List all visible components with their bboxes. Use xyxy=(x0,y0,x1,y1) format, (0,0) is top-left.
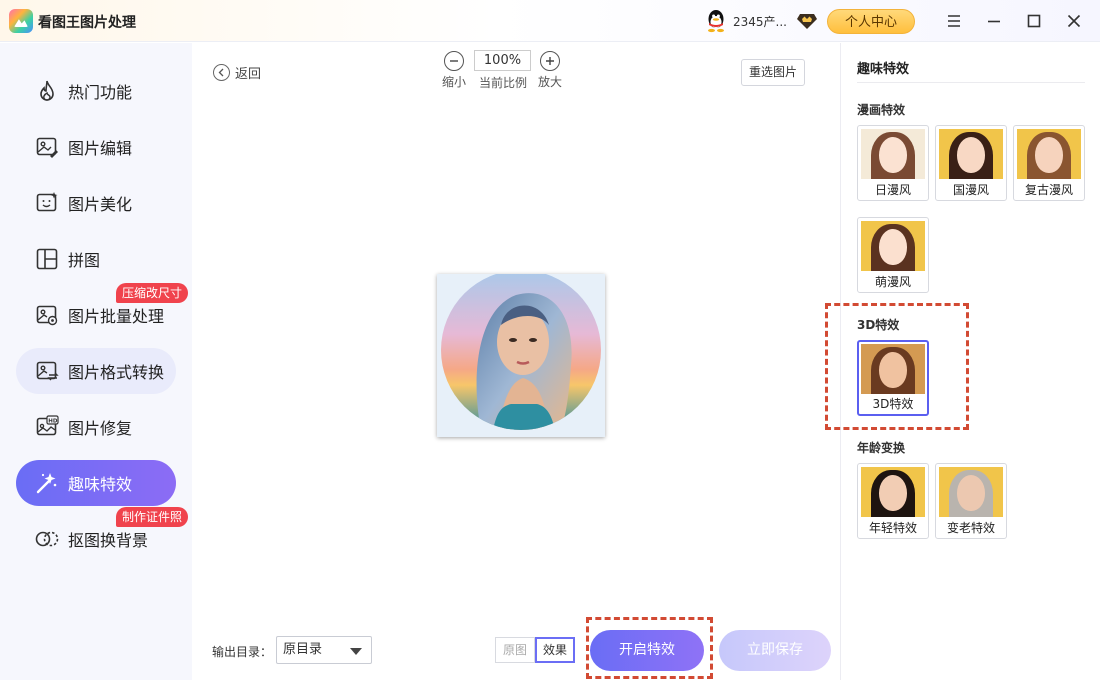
effect-card-japanese-comic[interactable]: 日漫风 xyxy=(857,125,929,201)
effect-thumbnail xyxy=(939,129,1003,179)
output-dir-select[interactable]: 原目录 xyxy=(276,636,372,664)
svg-text:HD: HD xyxy=(48,418,58,424)
effect-card-retro-comic[interactable]: 复古漫风 xyxy=(1013,125,1085,201)
sidebar-item-format-convert[interactable]: 图片格式转换 xyxy=(16,348,176,394)
sidebar-item-image-edit[interactable]: 图片编辑 xyxy=(16,124,176,170)
effects-panel: 趣味特效 漫画特效 日漫风 国漫风 复古漫风 萌漫风 3D特效 3D特效 年龄变… xyxy=(840,43,1100,680)
format-convert-icon xyxy=(36,361,59,381)
batch-image-icon xyxy=(36,305,58,326)
zoom-out-label: 缩小 xyxy=(441,75,466,89)
sidebar-item-label: 趣味特效 xyxy=(68,475,133,494)
sidebar-item-image-repair[interactable]: HD 图片修复 xyxy=(16,404,176,450)
view-effect-toggle[interactable]: 效果 xyxy=(535,637,575,663)
back-button[interactable]: 返回 xyxy=(213,63,261,82)
effect-card-label: 国漫风 xyxy=(952,183,989,197)
zoom-in-label: 放大 xyxy=(537,75,562,89)
vip-crown-icon[interactable] xyxy=(797,12,817,30)
magic-wand-icon xyxy=(36,473,57,494)
close-icon[interactable] xyxy=(1064,11,1084,31)
minimize-icon[interactable] xyxy=(984,11,1004,31)
effect-card-label: 变老特效 xyxy=(946,521,995,535)
sidebar-item-collage[interactable]: 拼图 xyxy=(16,236,176,282)
effect-card-3d[interactable]: 3D特效 xyxy=(857,340,929,416)
hd-repair-icon: HD xyxy=(36,415,59,436)
zoom-out-button[interactable]: 缩小 xyxy=(441,51,467,90)
effect-thumbnail xyxy=(861,129,925,179)
effect-card-label: 复古漫风 xyxy=(1024,183,1073,197)
section-title-age: 年龄变换 xyxy=(857,441,906,455)
effect-card-older[interactable]: 变老特效 xyxy=(935,463,1007,539)
sidebar-item-label: 抠图换背景 xyxy=(68,531,149,550)
zoom-out-icon xyxy=(444,51,464,71)
effect-card-label: 3D特效 xyxy=(872,397,914,411)
effect-thumbnail xyxy=(1017,129,1081,179)
app-title: 看图王图片处理 xyxy=(38,15,136,31)
maximize-icon[interactable] xyxy=(1024,11,1044,31)
section-title-comic: 漫画特效 xyxy=(857,103,906,117)
chevron-down-icon xyxy=(350,648,362,655)
sidebar-item-label: 图片修复 xyxy=(68,419,133,438)
sidebar-item-hot-features[interactable]: 热门功能 xyxy=(16,68,176,114)
menu-icon[interactable] xyxy=(944,11,964,31)
app-logo-icon xyxy=(9,9,33,33)
back-arrow-icon xyxy=(213,64,230,81)
preview-image xyxy=(437,274,605,437)
portrait-image xyxy=(441,274,601,430)
panel-divider xyxy=(857,82,1085,83)
collage-icon xyxy=(36,248,58,270)
effect-thumbnail xyxy=(861,221,925,271)
reselect-image-button[interactable]: 重选图片 xyxy=(741,59,805,86)
effect-card-younger[interactable]: 年轻特效 xyxy=(857,463,929,539)
effect-thumbnail xyxy=(939,467,1003,517)
title-bar: 看图王图片处理 2345产... 个人中心 xyxy=(0,0,1100,42)
personal-center-button[interactable]: 个人中心 xyxy=(827,9,915,34)
sidebar-item-label: 图片美化 xyxy=(68,195,133,214)
sidebar-item-label: 图片批量处理 xyxy=(68,307,165,326)
qq-avatar-icon[interactable] xyxy=(705,9,727,33)
image-edit-icon xyxy=(36,137,58,158)
effect-card-label: 年轻特效 xyxy=(868,521,917,535)
output-dir-label: 输出目录： xyxy=(212,645,273,659)
zoom-current-label: 当前比例 xyxy=(478,76,527,90)
flame-icon xyxy=(40,80,54,101)
batch-badge: 压缩改尺寸 xyxy=(116,283,189,303)
sidebar-item-label: 拼图 xyxy=(68,251,101,270)
main-canvas-area: 返回 缩小 100% 当前比例 放大 重选图片 输出目录： 原目录 原图 效果 … xyxy=(192,43,840,680)
sidebar: 热门功能 图片编辑 图片美化 拼图 图片批量处理 图片格式转换 HD 图片修复 … xyxy=(0,43,192,680)
user-name[interactable]: 2345产... xyxy=(733,13,787,30)
back-label: 返回 xyxy=(235,67,262,82)
save-now-button[interactable]: 立即保存 xyxy=(719,630,831,671)
sidebar-item-label: 图片格式转换 xyxy=(68,363,165,382)
effect-card-chinese-comic[interactable]: 国漫风 xyxy=(935,125,1007,201)
zoom-in-icon xyxy=(540,51,560,71)
output-dir-value: 原目录 xyxy=(283,642,323,657)
cutout-icon xyxy=(35,531,59,547)
effect-card-cute-comic[interactable]: 萌漫风 xyxy=(857,217,929,293)
sidebar-item-image-beautify[interactable]: 图片美化 xyxy=(16,180,176,226)
view-original-toggle[interactable]: 原图 xyxy=(495,637,535,663)
cutout-badge: 制作证件照 xyxy=(116,507,189,527)
sidebar-item-label: 图片编辑 xyxy=(68,139,133,158)
section-title-3d: 3D特效 xyxy=(857,318,900,332)
effect-thumbnail xyxy=(861,344,925,394)
zoom-value-display[interactable]: 100% xyxy=(474,50,531,71)
start-effect-button[interactable]: 开启特效 xyxy=(590,630,704,671)
sidebar-item-fun-effects[interactable]: 趣味特效 xyxy=(16,460,176,506)
effect-card-label: 日漫风 xyxy=(874,183,911,197)
panel-title: 趣味特效 xyxy=(857,62,910,77)
image-beautify-icon xyxy=(36,192,58,212)
effect-thumbnail xyxy=(861,467,925,517)
effect-card-label: 萌漫风 xyxy=(874,275,911,289)
sidebar-item-label: 热门功能 xyxy=(68,83,133,102)
zoom-in-button[interactable]: 放大 xyxy=(537,51,563,90)
